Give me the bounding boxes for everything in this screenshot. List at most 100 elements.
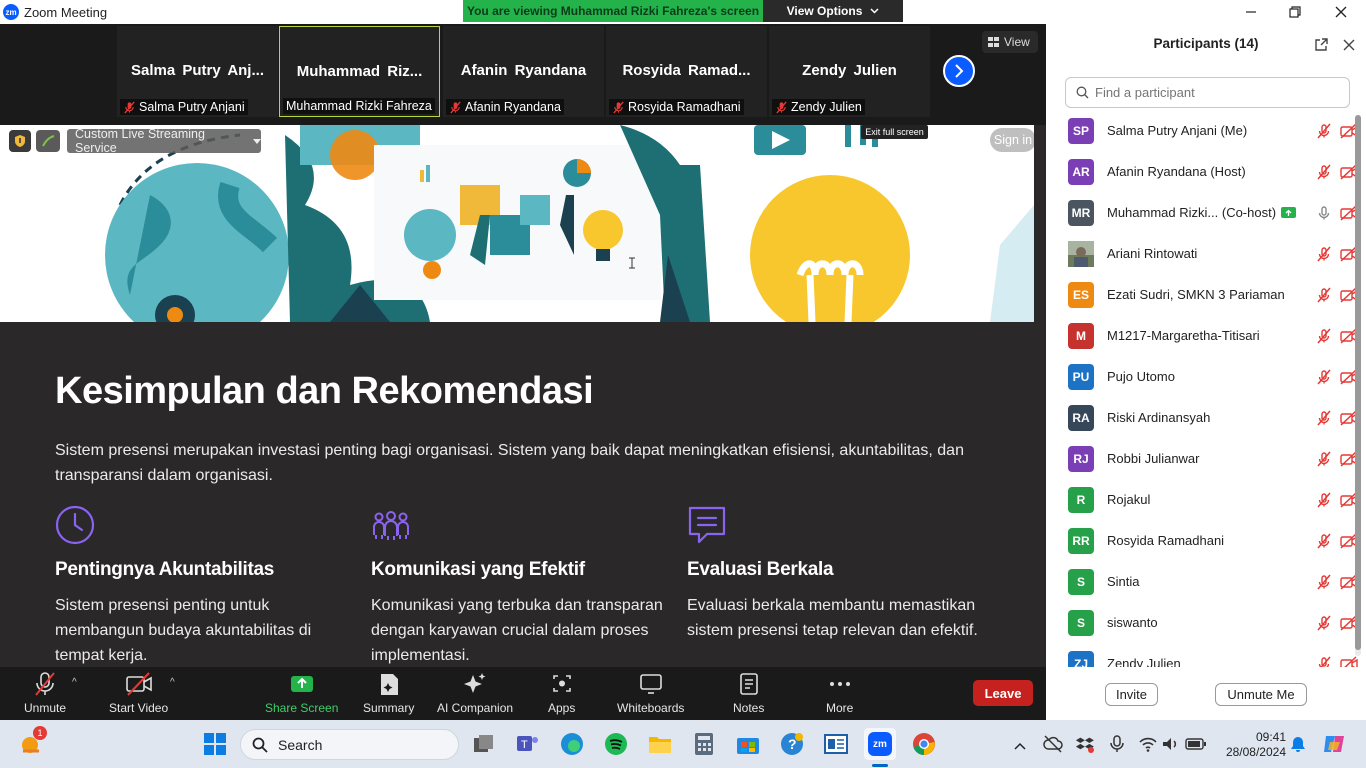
notes-button[interactable]: Notes xyxy=(733,671,764,715)
wifi-icon[interactable] xyxy=(1138,735,1158,753)
tray-overflow-icon[interactable] xyxy=(1013,738,1027,750)
participant-name: Ezati Sudri, SMKN 3 Pariaman xyxy=(1107,287,1285,302)
grid-view-icon xyxy=(988,37,999,47)
unmute-me-button[interactable]: Unmute Me xyxy=(1215,683,1307,706)
mic-muted-icon xyxy=(1317,574,1331,589)
video-options-chevron[interactable]: ^ xyxy=(170,677,175,688)
invite-button[interactable]: Invite xyxy=(1105,683,1158,706)
reader-icon[interactable] xyxy=(820,728,852,760)
participant-row[interactable]: AR Afanin Ryandana (Host) xyxy=(1068,151,1358,192)
participant-row[interactable]: Ariani Rintowati xyxy=(1068,233,1358,274)
slide-column-evaluation: Evaluasi Berkala Evaluasi berkala memban… xyxy=(687,505,987,643)
meeting-toolbar: Unmute ^ Start Video ^ Share Screen Summ… xyxy=(0,667,1046,720)
volume-icon[interactable] xyxy=(1161,735,1179,753)
clock-date: 28/08/2024 xyxy=(1225,745,1286,759)
column-heading: Komunikasi yang Efektif xyxy=(371,559,585,580)
restore-button[interactable] xyxy=(1287,4,1303,20)
participant-row[interactable]: SP Salma Putry Anjani (Me) xyxy=(1068,110,1358,151)
video-tile[interactable]: Zendy Julien Zendy Julien xyxy=(769,26,930,117)
minimize-button[interactable] xyxy=(1243,4,1259,20)
leave-button[interactable]: Leave xyxy=(973,680,1033,706)
avatar: RJ xyxy=(1068,445,1094,472)
popout-icon[interactable] xyxy=(1313,37,1329,53)
avatar-photo xyxy=(1068,240,1094,267)
participant-row[interactable]: PU Pujo Utomo xyxy=(1068,356,1358,397)
start-button[interactable] xyxy=(199,728,231,760)
streaming-dropdown[interactable]: Custom Live Streaming Service xyxy=(67,127,261,155)
audio-options-chevron[interactable]: ^ xyxy=(72,677,77,688)
participant-row[interactable]: Ssiswanto xyxy=(1068,602,1358,643)
participant-status-icons xyxy=(1316,368,1358,385)
close-panel-icon[interactable] xyxy=(1341,37,1357,53)
participant-row[interactable]: R Rojakul xyxy=(1068,479,1358,520)
whiteboards-button[interactable]: Whiteboards xyxy=(617,671,684,715)
taskbar-search[interactable]: Search xyxy=(240,729,459,760)
dropbox-icon[interactable] xyxy=(1075,734,1095,754)
edge-icon[interactable] xyxy=(556,728,588,760)
start-video-button[interactable]: Start Video xyxy=(109,671,168,715)
active-app-indicator xyxy=(872,764,888,767)
video-tile[interactable]: Afanin Ryandana Afanin Ryandana xyxy=(443,26,604,117)
file-explorer-icon[interactable] xyxy=(644,728,676,760)
participant-status-icons xyxy=(1316,286,1358,303)
participant-row[interactable]: MR Muhammad Rizki... (Co-host) xyxy=(1068,192,1358,233)
participant-name: Salma Putry Anjani (Me) xyxy=(1107,123,1248,138)
participant-row[interactable]: S Sintia xyxy=(1068,561,1358,602)
participant-row[interactable]: M M1217-Margaretha-Titisari xyxy=(1068,315,1358,356)
store-icon[interactable] xyxy=(732,728,764,760)
security-shield-icon[interactable] xyxy=(9,130,31,152)
mic-muted-icon xyxy=(613,101,624,113)
next-page-button[interactable] xyxy=(943,55,975,87)
participant-row[interactable]: RR Rosyida Ramadhani xyxy=(1068,520,1358,561)
viewing-banner: You are viewing Muhammad Rizki Fahreza's… xyxy=(463,0,903,22)
sign-in-button[interactable]: Sign in xyxy=(990,128,1034,152)
teams-icon[interactable]: T xyxy=(512,728,544,760)
video-tile[interactable]: Rosyida Ramad... Rosyida Ramadhani xyxy=(606,26,767,117)
notification-bell-icon[interactable] xyxy=(1290,735,1306,753)
ai-companion-button[interactable]: AI Companion xyxy=(437,671,513,715)
cloud-off-icon[interactable] xyxy=(1043,734,1063,754)
windows-logo-icon xyxy=(204,733,226,755)
clock-time: 09:41 xyxy=(1255,730,1286,744)
view-label: View xyxy=(1004,35,1030,49)
connection-signal-icon[interactable] xyxy=(36,130,60,152)
text-cursor-icon xyxy=(628,256,636,269)
svg-text:T: T xyxy=(521,739,528,751)
battery-icon[interactable] xyxy=(1185,737,1207,751)
chrome-icon[interactable] xyxy=(908,728,940,760)
column-heading: Pentingnya Akuntabilitas xyxy=(55,559,275,580)
participant-list-scrollbar[interactable] xyxy=(1355,115,1361,656)
chevron-down-icon xyxy=(870,8,879,14)
view-button[interactable]: View xyxy=(982,31,1038,53)
window-controls xyxy=(1046,0,1366,24)
more-button[interactable]: More xyxy=(826,671,853,715)
participant-row[interactable]: RA Riski Ardinansyah xyxy=(1068,397,1358,438)
search-icon xyxy=(252,737,268,753)
clock[interactable]: 09:41 28/08/2024 xyxy=(1218,730,1286,760)
search-input[interactable] xyxy=(1095,85,1335,100)
video-tile[interactable]: Salma Putry Anj... Salma Putry Anjani xyxy=(117,26,278,117)
participant-search-field[interactable] xyxy=(1065,77,1350,108)
weather-widget[interactable]: 1 xyxy=(16,726,48,760)
participant-row[interactable]: RJ Robbi Julianwar xyxy=(1068,438,1358,479)
copilot-icon[interactable] xyxy=(1322,732,1348,756)
spotify-icon[interactable] xyxy=(600,728,632,760)
apps-icon xyxy=(552,675,571,692)
share-screen-button[interactable]: Share Screen xyxy=(265,671,338,715)
close-window-button[interactable] xyxy=(1333,4,1349,20)
zoom-taskbar-icon[interactable]: zm xyxy=(864,728,896,760)
participant-status-icons xyxy=(1316,491,1358,508)
participant-row[interactable]: ZJ Zendy Julien xyxy=(1068,643,1358,667)
mic-muted-icon xyxy=(776,101,787,113)
view-options-button[interactable]: View Options xyxy=(763,0,903,22)
task-view-icon[interactable] xyxy=(468,728,500,760)
apps-button[interactable]: Apps xyxy=(548,671,575,715)
calculator-icon[interactable] xyxy=(688,728,720,760)
participant-row[interactable]: ES Ezati Sudri, SMKN 3 Pariaman xyxy=(1068,274,1358,315)
video-tile-active-speaker[interactable]: Muhammad Riz... Muhammad Rizki Fahreza xyxy=(279,26,440,117)
microphone-tray-icon[interactable] xyxy=(1108,734,1126,754)
tile-name-label: Salma Putry Anjani xyxy=(120,99,248,115)
help-icon[interactable]: ? xyxy=(776,728,808,760)
unmute-button[interactable]: Unmute xyxy=(24,671,66,715)
summary-button[interactable]: Summary xyxy=(363,671,414,715)
